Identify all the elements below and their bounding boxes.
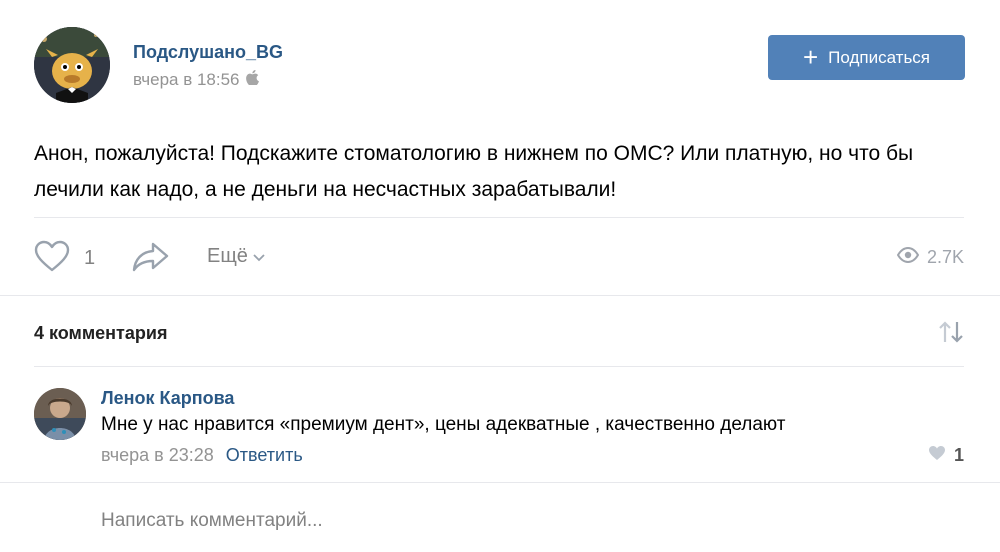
heart-outline-icon [34, 240, 70, 277]
more-label: Ещё [207, 245, 248, 267]
like-count: 1 [84, 247, 96, 269]
post-time-text: вчера в 18:56 [133, 70, 240, 89]
comment-input[interactable] [101, 506, 961, 536]
heart-filled-icon [928, 445, 946, 466]
more-button[interactable]: Ещё [207, 245, 265, 268]
chevron-down-icon [253, 245, 265, 268]
sort-arrows-icon[interactable] [938, 320, 964, 349]
like-button[interactable]: 1 [34, 240, 95, 277]
share-arrow-icon [132, 242, 170, 276]
comment-timestamp: вчера в 23:28 [101, 445, 214, 465]
post-timestamp: вчера в 18:56 [133, 70, 259, 90]
apple-icon [245, 70, 259, 90]
subscribe-button[interactable]: + Подписаться [768, 35, 965, 80]
composer-divider [0, 482, 1000, 483]
comments-count: 4 комментария [34, 323, 168, 343]
comment-like-button[interactable]: 1 [928, 445, 964, 466]
reply-link[interactable]: Ответить [226, 445, 303, 466]
comment-author[interactable]: Ленок Карпова [101, 388, 234, 409]
group-name[interactable]: Подслушано_BG [133, 42, 283, 63]
post-divider [34, 217, 964, 218]
comment-like-count: 1 [953, 445, 964, 465]
plus-icon: + [802, 41, 819, 72]
views-count: 2.7K [926, 247, 964, 267]
share-button[interactable] [132, 240, 170, 277]
section-divider [0, 295, 1000, 296]
comment-text: Мне у нас нравится «премиум дент», цены … [101, 414, 786, 435]
eye-icon [896, 246, 920, 268]
comments-divider [34, 366, 964, 367]
avatar[interactable] [34, 388, 86, 440]
views-counter: 2.7K [896, 246, 964, 268]
post-text: Анон, пожалуйста! Подскажите стоматологи… [34, 142, 914, 201]
group-avatar[interactable] [34, 27, 110, 103]
subscribe-label: Подписаться [828, 47, 931, 67]
comment-meta: вчера в 23:28 Ответить [101, 445, 303, 466]
